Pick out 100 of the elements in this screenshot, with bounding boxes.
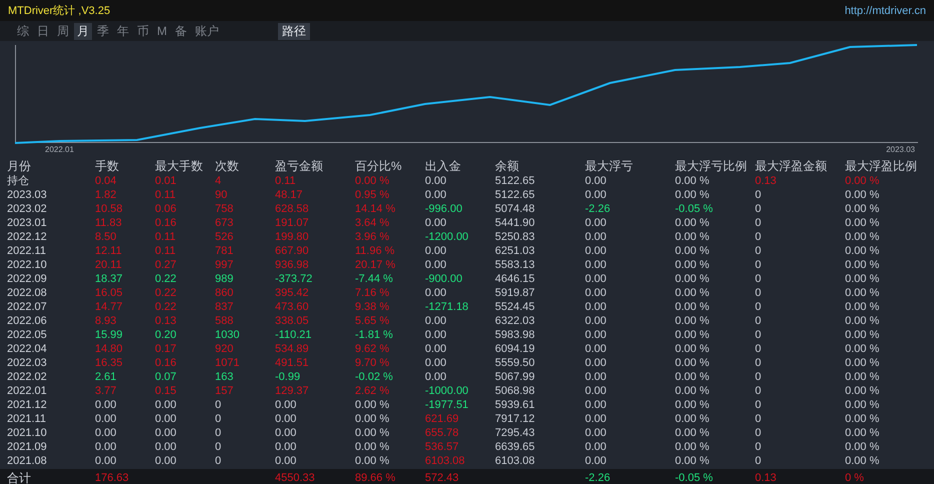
- table-cell-text: 5.65 %: [355, 314, 390, 328]
- table-cell-text: 0.00 %: [845, 412, 880, 426]
- table-cell-text: 621.69: [425, 412, 460, 426]
- period-tab[interactable]: M: [154, 22, 170, 40]
- month-cell-text: 2022.06: [7, 314, 48, 328]
- month-cell-text: 2021.09: [7, 440, 48, 454]
- period-tab[interactable]: 账户: [192, 22, 222, 40]
- table-cell-text: 0.00: [585, 440, 608, 454]
- table-cell-text: 0.00 %: [845, 258, 880, 272]
- table-cell-text: 0.00: [585, 272, 608, 286]
- table-cell-text: 0.00: [425, 188, 448, 202]
- period-tab[interactable]: 币: [134, 22, 152, 40]
- table-cell-text: 0.00: [585, 258, 608, 272]
- month-cell-text: 2021.10: [7, 426, 48, 440]
- total-cell-text: 0.13: [755, 471, 778, 484]
- table-cell-text: 0.00 %: [845, 342, 880, 356]
- table-cell-text: 0.00 %: [845, 202, 880, 216]
- table-cell-text: 129.37: [275, 384, 310, 398]
- period-tab[interactable]: 周: [54, 22, 72, 40]
- month-cell-text: 2021.08: [7, 454, 48, 468]
- table-cell-text: 157: [215, 384, 234, 398]
- table-cell-text: 1071: [215, 356, 240, 370]
- table-cell-text: 936.98: [275, 258, 310, 272]
- table-cell-text: -110.21: [275, 328, 312, 342]
- table-cell-text: 0.00: [425, 356, 448, 370]
- column-header: 余额: [495, 159, 520, 174]
- table-cell-text: 0.00: [585, 342, 608, 356]
- website-link[interactable]: http://mtdriver.cn: [844, 4, 926, 16]
- table-cell-text: 163: [215, 370, 234, 384]
- table-cell-text: 758: [215, 202, 234, 216]
- table-cell-text: 20.17 %: [355, 258, 396, 272]
- column-header: 次数: [215, 159, 240, 174]
- table-cell-text: 0.00 %: [675, 454, 710, 468]
- table-cell-text: 5068.98: [495, 384, 536, 398]
- period-tab[interactable]: 年: [114, 22, 132, 40]
- column-header: 手数: [95, 159, 120, 174]
- table-cell-text: 0.00: [425, 370, 448, 384]
- column-header: 最大浮亏: [585, 159, 634, 174]
- period-tab[interactable]: 综: [14, 22, 32, 40]
- table-cell-text: 0.27: [155, 258, 178, 272]
- table-cell-text: 0.00: [585, 454, 608, 468]
- table-cell-text: 0.00 %: [675, 216, 710, 230]
- table-cell-text: -373.72: [275, 272, 314, 286]
- table-cell-text: 2.62 %: [355, 384, 390, 398]
- table-cell-text: 0.00: [95, 412, 118, 426]
- table-cell-text: 0.15: [155, 384, 178, 398]
- table-cell-text: 0.00 %: [845, 244, 880, 258]
- table-cell-text: 0.00 %: [675, 426, 710, 440]
- table-cell-text: 0.00: [275, 412, 298, 426]
- period-tab[interactable]: 日: [34, 22, 52, 40]
- table-cell-text: -1977.51: [425, 398, 470, 412]
- table-cell-text: 6251.03: [495, 244, 536, 258]
- table-cell-text: 0.00 %: [355, 426, 390, 440]
- table-cell-text: 0.00 %: [675, 356, 710, 370]
- table-cell-text: 0.00: [585, 398, 608, 412]
- table-cell-text: -996.00: [425, 202, 464, 216]
- column-header: 百分比%: [355, 159, 403, 174]
- table-cell-text: 0.00: [425, 258, 448, 272]
- table-cell-text: 5983.98: [495, 328, 536, 342]
- table-cell-text: 0.00: [585, 174, 608, 188]
- table-cell-text: -0.02 %: [355, 370, 394, 384]
- table-cell-text: 0: [215, 426, 222, 440]
- table-cell-text: 0.00 %: [845, 328, 880, 342]
- table-cell-text: 0.00 %: [675, 328, 710, 342]
- period-tab[interactable]: 月: [74, 22, 92, 40]
- table-cell-text: 0.00 %: [675, 286, 710, 300]
- month-cell-text: 2021.11: [7, 412, 47, 426]
- path-button[interactable]: 路径: [278, 22, 310, 40]
- table-cell-text: 0.00: [95, 398, 118, 412]
- month-cell-text: 2023.03: [7, 188, 48, 202]
- table-cell-text: 0.01: [155, 174, 178, 188]
- table-cell-text: 997: [215, 258, 234, 272]
- period-tab[interactable]: 季: [94, 22, 112, 40]
- table-cell-text: 534.89: [275, 342, 310, 356]
- table-cell-text: 0: [755, 412, 762, 426]
- table-cell-text: 0.00 %: [675, 188, 710, 202]
- table-cell-text: 0.00 %: [675, 398, 710, 412]
- period-tab[interactable]: 备: [172, 22, 190, 40]
- table-cell-text: 0.17: [155, 342, 178, 356]
- table-cell-text: 0: [755, 384, 762, 398]
- table-cell-text: 526: [215, 230, 234, 244]
- table-cell-text: 0: [755, 188, 762, 202]
- table-cell-text: 837: [215, 300, 234, 314]
- table-cell-text: 0.00 %: [355, 440, 390, 454]
- table-cell-text: 16.35: [95, 356, 124, 370]
- table-cell-text: 588: [215, 314, 234, 328]
- table-cell-text: 0.00 %: [675, 342, 710, 356]
- table-cell-text: 0.00: [425, 286, 448, 300]
- table-cell-text: 2.61: [95, 370, 118, 384]
- month-cell-text: 2022.02: [7, 370, 48, 384]
- table-cell-text: 0: [755, 426, 762, 440]
- table-cell-text: 0.00 %: [845, 300, 880, 314]
- table-cell-text: 14.77: [95, 300, 124, 314]
- total-cell-text: 89.66 %: [355, 471, 396, 484]
- table-cell-text: 920: [215, 342, 234, 356]
- table-cell-text: 0.00 %: [845, 398, 880, 412]
- table-cell-text: 6322.03: [495, 314, 536, 328]
- table-cell-text: 0.11: [155, 230, 177, 244]
- table-cell-text: 0.22: [155, 286, 178, 300]
- table-cell-text: 9.62 %: [355, 342, 390, 356]
